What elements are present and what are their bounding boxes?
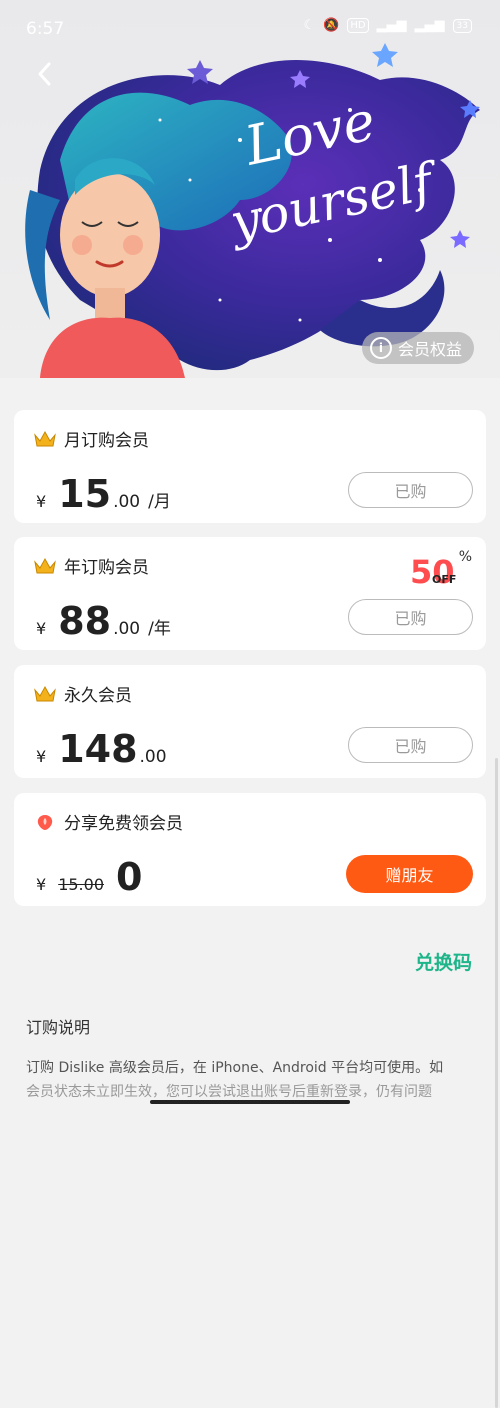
plan-card-monthly: 月订购会员 ¥ 15 .00 /月 已购	[14, 410, 486, 523]
price-decimal: .00	[139, 747, 167, 767]
plan-title-row: 永久会员	[34, 681, 132, 706]
hero-banner: Love yourself 6:57 ☾ 🔕 HD ▂▄▆ ▂▄▆ 33 i 会…	[0, 0, 500, 378]
plan-title-row: 月订购会员	[34, 426, 149, 451]
discount-badge: 50 % OFF	[410, 549, 472, 591]
gift-friend-button[interactable]: 赠朋友	[346, 855, 473, 893]
hd-icon: HD	[347, 18, 369, 33]
member-benefits-label: 会员权益	[397, 340, 462, 359]
plan-title: 永久会员	[64, 686, 132, 706]
mute-icon: 🔕	[323, 18, 340, 33]
plan-card-lifetime: 永久会员 ¥ 148 .00 已购	[14, 665, 486, 778]
plan-title-row: 分享免费领会员	[34, 809, 183, 834]
crown-icon	[34, 685, 56, 701]
currency-symbol: ¥	[36, 492, 47, 511]
status-bar: 6:57 ☾ 🔕 HD ▂▄▆ ▂▄▆ 33	[0, 0, 500, 58]
discount-off: OFF	[432, 573, 457, 586]
plan-title: 分享免费领会员	[64, 814, 183, 834]
scrollbar[interactable]	[495, 758, 498, 1408]
purchased-button-monthly[interactable]: 已购	[348, 472, 473, 508]
plan-price: ¥ 15.00 0	[36, 855, 142, 899]
plan-title: 年订购会员	[64, 558, 149, 578]
subscription-notes-text: 订购 Dislike 高级会员后，在 iPhone、Android 平台均可使用…	[26, 1056, 476, 1104]
price-integer: 148	[58, 727, 138, 771]
purchased-button-lifetime[interactable]: 已购	[348, 727, 473, 763]
redeem-code-link[interactable]: 兑换码	[415, 948, 472, 975]
signal-icon: ▂▄▆	[376, 18, 407, 33]
moon-icon: ☾	[303, 18, 316, 33]
status-icons: ☾ 🔕 HD ▂▄▆ ▂▄▆ 33	[303, 18, 472, 33]
price-integer: 15	[58, 472, 112, 516]
chevron-left-icon	[38, 62, 51, 86]
discount-percent: %	[458, 549, 472, 565]
price-decimal: .00	[113, 492, 141, 512]
status-time: 6:57	[26, 19, 65, 39]
crown-icon	[34, 557, 56, 573]
price-integer: 0	[116, 855, 143, 899]
currency-symbol: ¥	[36, 875, 47, 894]
plan-price: ¥ 15 .00 /月	[36, 472, 171, 516]
battery-icon: 33	[452, 18, 472, 33]
plan-card-yearly: 年订购会员 50 % OFF ¥ 88 .00 /年 已购	[14, 537, 486, 650]
plan-card-share: 分享免费领会员 ¥ 15.00 0 赠朋友	[14, 793, 486, 906]
original-price: 15.00	[58, 875, 104, 894]
gift-rose-icon	[37, 814, 53, 830]
price-unit: /月	[148, 492, 171, 512]
crown-icon	[34, 430, 56, 446]
currency-symbol: ¥	[36, 747, 47, 766]
member-benefits-button[interactable]: i 会员权益	[361, 332, 474, 364]
price-decimal: .00	[113, 619, 141, 639]
price-unit: /年	[148, 619, 171, 639]
plan-price: ¥ 148 .00	[36, 727, 167, 771]
back-button[interactable]	[28, 58, 60, 90]
plan-title: 月订购会员	[64, 431, 149, 451]
plans-section: 月订购会员 ¥ 15 .00 /月 已购 年订购会员 50 % OFF ¥ 88…	[0, 378, 500, 1408]
currency-symbol: ¥	[36, 619, 47, 638]
home-indicator[interactable]	[150, 1100, 350, 1104]
price-integer: 88	[58, 599, 112, 643]
plan-price: ¥ 88 .00 /年	[36, 599, 171, 643]
purchased-button-yearly[interactable]: 已购	[348, 599, 473, 635]
plan-title-row: 年订购会员	[34, 553, 149, 578]
description-line: 订购 Dislike 高级会员后，在 iPhone、Android 平台均可使用…	[26, 1060, 444, 1076]
info-icon: i	[369, 337, 392, 359]
subscription-notes-title: 订购说明	[26, 1018, 91, 1037]
signal-2-icon: ▂▄▆	[414, 18, 445, 33]
